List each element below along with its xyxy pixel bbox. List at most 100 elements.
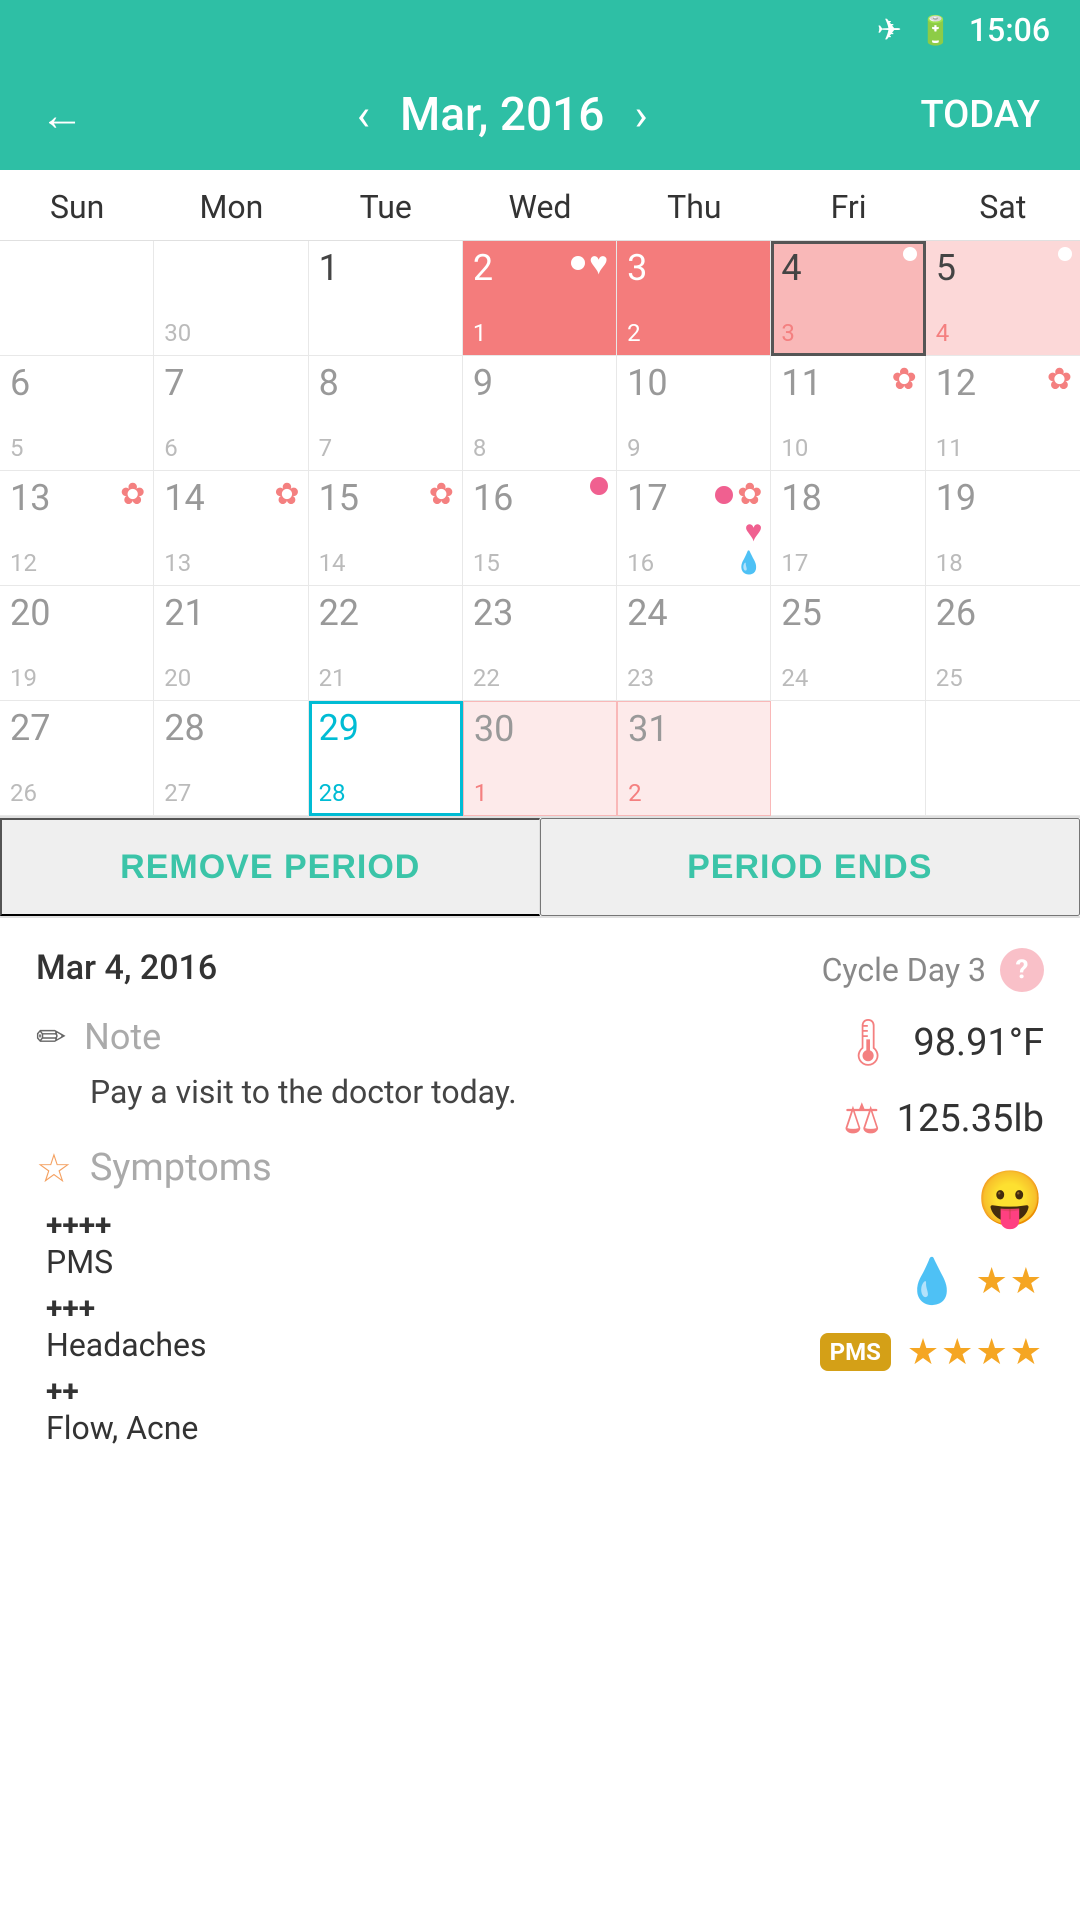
cal-cell-mar16[interactable]: 16 15: [463, 471, 617, 586]
cal-cell-mar27[interactable]: 27 26: [0, 701, 154, 816]
drop-icon: 💧: [735, 551, 762, 576]
symptom-acne: ++ Flow, Acne: [46, 1374, 634, 1447]
cal-cell-mar13[interactable]: ✿ 13 12: [0, 471, 154, 586]
cal-cell-mar3[interactable]: 3 2: [617, 241, 771, 356]
cal-cell-mar17[interactable]: ✿ ♥ 💧 17 16: [617, 471, 771, 586]
cal-cell-mar28[interactable]: 28 27: [154, 701, 308, 816]
symptoms-star-icon: ☆: [36, 1145, 72, 1192]
cal-cell-mar23[interactable]: 23 22: [463, 586, 617, 701]
cal-cell-mar30[interactable]: 30 1: [463, 701, 617, 816]
detail-date: Mar 4, 2016: [36, 948, 217, 988]
temperature-row: 🌡 98.91°F: [664, 1016, 1044, 1070]
cal-cell-mar31[interactable]: 31 2: [617, 701, 771, 816]
cal-cell-empty-1[interactable]: [0, 241, 154, 356]
cal-cell-mar8[interactable]: 8 7: [309, 356, 463, 471]
header-thu: Thu: [617, 170, 771, 240]
cal-cell-mar14[interactable]: ✿ 14 13: [154, 471, 308, 586]
flower-icon: ✿: [892, 362, 917, 397]
remove-period-button[interactable]: REMOVE PERIOD: [0, 818, 540, 916]
battery-icon: 🔋: [918, 14, 953, 47]
detail-content: ✏ Note Pay a visit to the doctor today. …: [36, 1016, 1044, 1457]
dot-icon: [571, 256, 585, 270]
cal-cell-mar4[interactable]: 4 3: [771, 241, 925, 356]
cal-cell-empty-7: [926, 701, 1080, 816]
symptom-headaches: +++ Headaches: [46, 1291, 634, 1364]
drop-stars: ★★: [975, 1260, 1044, 1302]
app-header: ← ‹ Mar, 2016 › TODAY: [0, 60, 1080, 170]
cycle-day-text: Cycle Day 3: [822, 951, 986, 989]
calendar-day-headers: Sun Mon Tue Wed Thu Fri Sat: [0, 170, 1080, 241]
today-button[interactable]: TODAY: [920, 93, 1040, 137]
month-nav: ‹ Mar, 2016 ›: [357, 88, 648, 142]
cal-cell-mar6[interactable]: 6 5: [0, 356, 154, 471]
flower-icon: ✿: [737, 477, 762, 512]
header-mon: Mon: [154, 170, 308, 240]
cal-cell-mar5[interactable]: 5 4: [926, 241, 1080, 356]
cal-cell-mar10[interactable]: 10 9: [617, 356, 771, 471]
cal-cell-mar18[interactable]: 18 17: [771, 471, 925, 586]
cycle-info: Cycle Day 3 ?: [822, 948, 1044, 992]
cal-cell-mar25[interactable]: 25 24: [771, 586, 925, 701]
cal-cell-mar19[interactable]: 19 18: [926, 471, 1080, 586]
airplane-icon: ✈: [877, 13, 902, 48]
temperature-value: 98.91°F: [913, 1021, 1044, 1065]
heart-pink-icon: ♥: [745, 514, 763, 549]
cal-cell-mar7[interactable]: 7 6: [154, 356, 308, 471]
header-tue: Tue: [309, 170, 463, 240]
action-bar: REMOVE PERIOD PERIOD ENDS: [0, 818, 1080, 918]
detail-header: Mar 4, 2016 Cycle Day 3 ?: [36, 948, 1044, 992]
pms-stars: ★★★★: [907, 1331, 1044, 1373]
back-button[interactable]: ←: [40, 89, 84, 141]
status-time: 15:06: [969, 11, 1050, 49]
header-fri: Fri: [771, 170, 925, 240]
cal-cell-mar1[interactable]: 1: [309, 241, 463, 356]
cal-cell-mar29[interactable]: 29 28: [309, 701, 463, 816]
pms-badge: PMS: [820, 1333, 891, 1371]
cycle-help-button[interactable]: ?: [1000, 948, 1044, 992]
next-month-button[interactable]: ›: [634, 89, 647, 141]
symptoms-label: Symptoms: [90, 1146, 272, 1190]
thermometer-icon: 🌡: [839, 1016, 897, 1070]
dot-icon: [1058, 247, 1072, 261]
detail-right-panel: 🌡 98.91°F ⚖ 125.35lb 😛 💧 ★★ PMS ★★★★: [664, 1016, 1044, 1457]
scale-icon: ⚖: [843, 1094, 881, 1144]
cal-cell-mar22[interactable]: 22 21: [309, 586, 463, 701]
cal-cell-empty-6: [771, 701, 925, 816]
dot-pink-icon: [590, 477, 608, 495]
cal-cell-mar11[interactable]: ✿ 11 10: [771, 356, 925, 471]
headaches-label: Headaches: [46, 1326, 634, 1364]
cal-cell-mar21[interactable]: 21 20: [154, 586, 308, 701]
cal-cell-mar20[interactable]: 20 19: [0, 586, 154, 701]
symptom-pms: ++++ PMS: [46, 1208, 634, 1281]
symptoms-section: ☆ Symptoms ++++ PMS +++ Headaches ++ Flo…: [36, 1145, 634, 1447]
flower-icon: ✿: [120, 477, 145, 512]
cal-cell-empty-2[interactable]: 30: [154, 241, 308, 356]
dot-icon: [903, 247, 917, 261]
cal-cell-mar24[interactable]: 24 23: [617, 586, 771, 701]
current-month: Mar, 2016: [400, 88, 604, 142]
drop-rating-row: 💧 ★★: [664, 1255, 1044, 1307]
mood-emoji: 😛: [977, 1168, 1044, 1231]
weight-row: ⚖ 125.35lb: [664, 1094, 1044, 1144]
cal-cell-mar26[interactable]: 26 25: [926, 586, 1080, 701]
cal-cell-mar9[interactable]: 9 8: [463, 356, 617, 471]
cal-cell-mar12[interactable]: ✿ 12 11: [926, 356, 1080, 471]
dot-pink-icon: [715, 486, 733, 504]
detail-section: Mar 4, 2016 Cycle Day 3 ? ✏ Note Pay a v…: [0, 918, 1080, 1487]
detail-left-panel: ✏ Note Pay a visit to the doctor today. …: [36, 1016, 634, 1457]
period-ends-button[interactable]: PERIOD ENDS: [540, 818, 1080, 916]
emoji-row: 😛: [664, 1168, 1044, 1231]
cal-cell-mar15[interactable]: ✿ 15 14: [309, 471, 463, 586]
drop-info-icon: 💧: [905, 1255, 960, 1307]
pms-rating-row: PMS ★★★★: [664, 1331, 1044, 1373]
weight-value: 125.35lb: [897, 1097, 1044, 1141]
cal-cell-mar2[interactable]: ♥ 2 1: [463, 241, 617, 356]
heart-icon: ♥: [589, 247, 608, 279]
header-wed: Wed: [463, 170, 617, 240]
prev-month-button[interactable]: ‹: [357, 89, 370, 141]
status-bar: ✈ 🔋 15:06: [0, 0, 1080, 60]
note-section: ✏ Note Pay a visit to the doctor today.: [36, 1016, 634, 1115]
flower-icon: ✿: [274, 477, 299, 512]
calendar-grid: 30 1 ♥ 2 1 3 2 4 3 5 4 6 5 7 6 8: [0, 241, 1080, 818]
pencil-icon: ✏: [36, 1016, 66, 1058]
